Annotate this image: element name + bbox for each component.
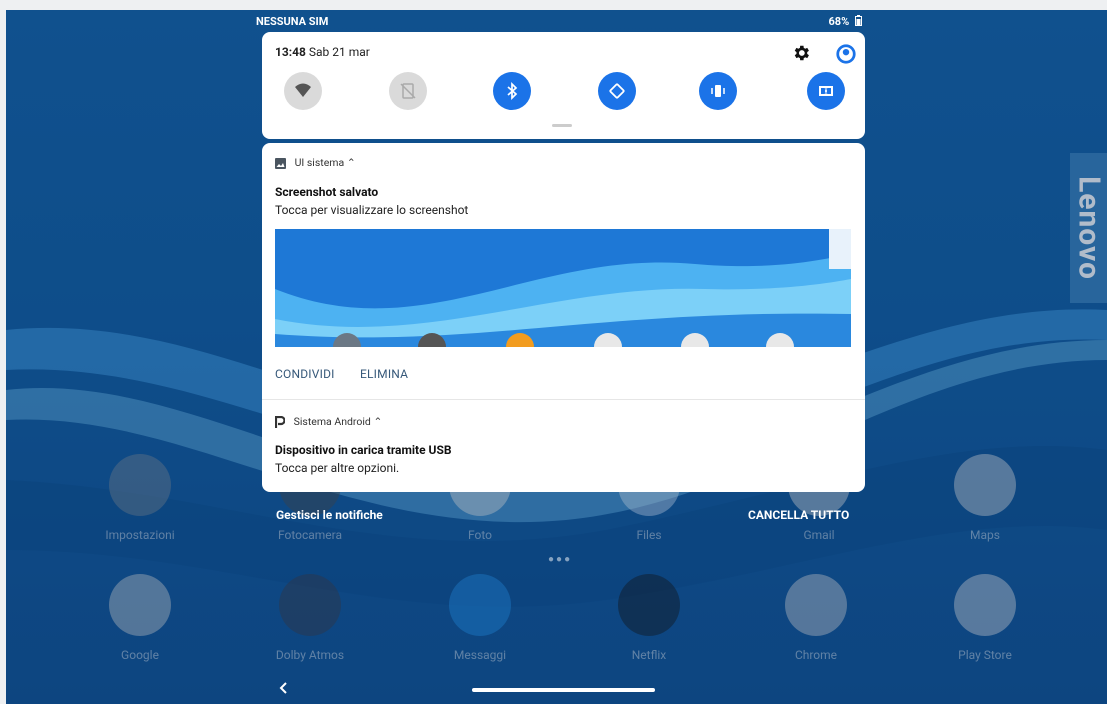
vibrate-tile[interactable] <box>699 72 737 110</box>
home-gesture-bar[interactable] <box>472 688 655 692</box>
status-bar: NESSUNA SIM 68% <box>256 15 862 31</box>
carrier-label: NESSUNA SIM <box>256 15 329 28</box>
dolby-tile[interactable] <box>807 72 845 110</box>
page-indicator: ●●● <box>548 554 573 565</box>
clear-all-button[interactable]: CANCELLA TUTTO <box>748 508 849 522</box>
battery-indicator: 68% <box>828 15 862 28</box>
notification-text[interactable]: Tocca per visualizzare lo screenshot <box>275 203 468 217</box>
clock-date: 13:48 Sab 21 mar <box>275 45 370 59</box>
clock-time: 13:48 <box>275 45 306 59</box>
wifi-icon <box>295 83 311 97</box>
battery-icon <box>855 15 862 26</box>
image-icon <box>275 157 286 169</box>
notification-text[interactable]: Tocca per altre opzioni. <box>275 461 399 475</box>
no-sim-icon <box>400 83 416 99</box>
user-avatar-icon[interactable] <box>835 43 857 65</box>
share-button[interactable]: CONDIVIDI <box>275 367 335 381</box>
manage-notifications-button[interactable]: Gestisci le notifiche <box>276 508 383 522</box>
chevron-up-icon: ⌃ <box>373 415 383 428</box>
auto-rotate-icon <box>609 83 625 99</box>
notification-divider <box>262 399 865 400</box>
notification-list: UI sistema ⌃ Screenshot salvato Tocca pe… <box>262 143 865 492</box>
delete-button[interactable]: ELIMINA <box>360 367 408 381</box>
auto-rotate-tile[interactable] <box>598 72 636 110</box>
notification-app-name: Sistema Android <box>293 415 371 428</box>
back-icon[interactable] <box>276 680 292 696</box>
dolby-icon <box>819 86 833 96</box>
quick-settings-panel[interactable]: 13:48 Sab 21 mar <box>262 32 865 139</box>
battery-percent: 68% <box>828 15 850 28</box>
chevron-up-icon: ⌃ <box>346 156 356 169</box>
date-label: Sab 21 mar <box>308 45 370 59</box>
home-screen: Lenovo Impostazioni Fotocamera Foto File… <box>6 10 1107 704</box>
usb-power-icon <box>275 416 285 429</box>
bluetooth-icon <box>507 81 518 101</box>
notification-title[interactable]: Screenshot salvato <box>275 185 378 199</box>
quick-settings-handle[interactable] <box>552 124 572 127</box>
notification-header-sistema-android[interactable]: Sistema Android ⌃ <box>275 415 383 429</box>
settings-gear-icon[interactable] <box>791 43 811 63</box>
notification-header-ui-sistema[interactable]: UI sistema ⌃ <box>275 156 356 169</box>
mobile-data-tile[interactable] <box>389 72 427 110</box>
notification-title[interactable]: Dispositivo in carica tramite USB <box>275 443 452 457</box>
vibrate-icon <box>711 85 725 97</box>
bluetooth-tile[interactable] <box>493 72 531 110</box>
wifi-tile[interactable] <box>284 72 322 110</box>
screenshot-preview[interactable] <box>275 229 851 347</box>
screenshot-thumbnail <box>275 229 851 347</box>
notification-app-name: UI sistema <box>294 156 345 169</box>
